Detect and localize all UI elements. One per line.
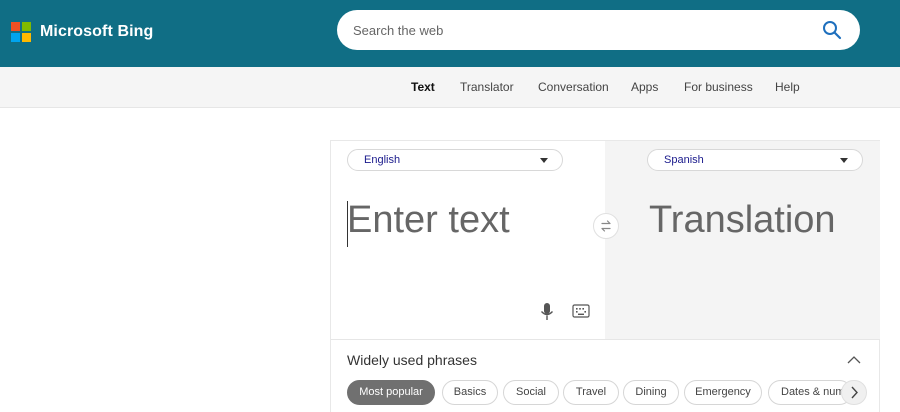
microphone-icon[interactable] — [539, 302, 555, 322]
source-pane: English Enter text — [331, 141, 605, 339]
chevron-down-icon — [840, 158, 848, 163]
text-cursor — [347, 201, 348, 247]
brand[interactable]: Microsoft Bing — [11, 22, 153, 42]
target-language-label: Spanish — [664, 154, 704, 166]
search-icon[interactable] — [820, 18, 844, 42]
swap-icon — [601, 220, 611, 232]
search-input[interactable] — [353, 10, 813, 50]
scroll-chips-right-button[interactable] — [841, 380, 867, 405]
top-bar: Microsoft Bing — [0, 0, 900, 67]
section-divider — [331, 339, 880, 340]
tab-help[interactable]: Help — [775, 80, 800, 94]
chip-emergency[interactable]: Emergency — [684, 380, 762, 405]
chip-social[interactable]: Social — [503, 380, 559, 405]
chevron-up-icon[interactable] — [847, 355, 861, 365]
source-text-input[interactable]: Enter text — [347, 199, 587, 299]
chip-travel[interactable]: Travel — [563, 380, 619, 405]
phrase-categories: Most popular Basics Social Travel Dining… — [347, 380, 867, 408]
brand-name: Microsoft Bing — [40, 23, 154, 40]
swap-languages-button[interactable] — [593, 213, 619, 239]
source-language-label: English — [364, 154, 401, 166]
tab-conversation[interactable]: Conversation — [538, 80, 609, 94]
source-language-select[interactable]: English — [347, 149, 563, 171]
tab-text[interactable]: Text — [411, 80, 435, 94]
phrases-title: Widely used phrases — [347, 352, 477, 368]
target-language-select[interactable]: Spanish — [647, 149, 863, 171]
logo-square-blue — [11, 33, 20, 42]
chevron-right-icon — [851, 386, 858, 399]
nav-bar: Text Translator Conversation Apps For bu… — [0, 67, 900, 108]
keyboard-icon[interactable] — [572, 304, 590, 318]
translator-panel: English Enter text Spanish Translation W… — [330, 140, 880, 412]
tab-for-business[interactable]: For business — [684, 80, 753, 94]
chip-most-popular[interactable]: Most popular — [347, 380, 435, 405]
chip-dates-numbers[interactable]: Dates & numbers — [768, 380, 852, 405]
logo-square-yellow — [22, 33, 31, 42]
translation-output: Translation — [649, 199, 836, 241]
logo-square-green — [22, 22, 31, 31]
target-pane: Spanish Translation — [605, 141, 880, 339]
chip-dining[interactable]: Dining — [623, 380, 679, 405]
search-box — [337, 10, 860, 50]
tab-translator[interactable]: Translator — [460, 80, 514, 94]
chevron-down-icon — [540, 158, 548, 163]
chip-basics[interactable]: Basics — [442, 380, 498, 405]
tab-apps[interactable]: Apps — [631, 80, 658, 94]
microsoft-logo-icon — [11, 22, 31, 42]
logo-square-red — [11, 22, 20, 31]
source-placeholder: Enter text — [347, 199, 510, 241]
